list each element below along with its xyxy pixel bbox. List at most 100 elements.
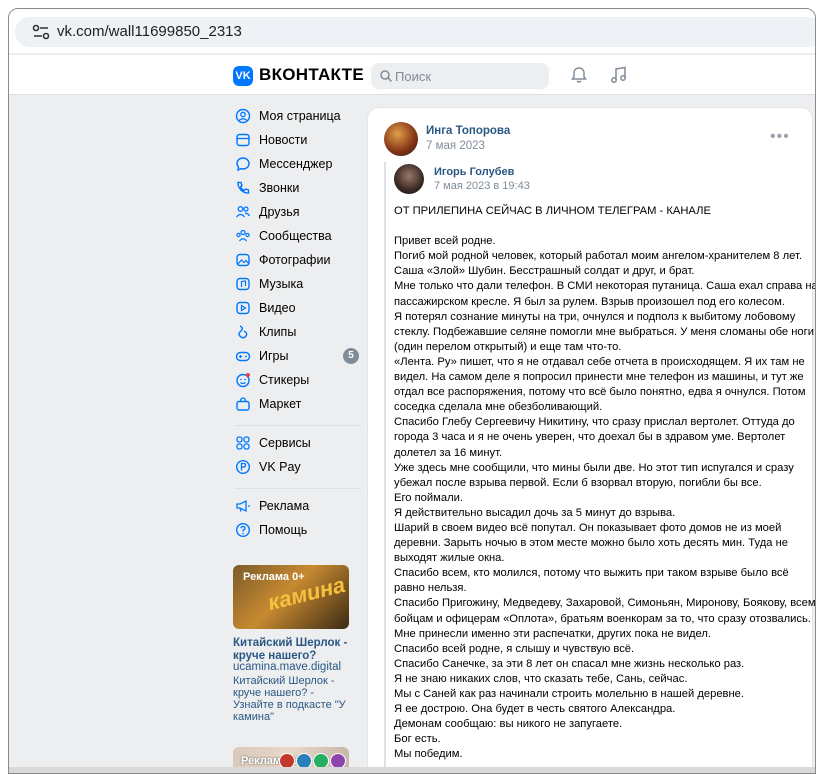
post-text-line: Погиб мой родной человек, который работа… [394,250,802,263]
sidebar-item-help[interactable]: Помощь [231,519,361,543]
sidebar-item-label: Маркет [259,397,302,411]
sidebar-item-news[interactable]: Новости [231,129,361,153]
sidebar-item-label: Новости [259,133,308,147]
sidebar-item-label: Видео [259,301,296,315]
sidebar-item-label: Клипы [259,325,297,339]
sidebar-item-label: Друзья [259,205,300,219]
post-text-line: Мне только что дали телефон. В СМИ некот… [394,280,816,293]
post-text-line: Бог есть. [394,733,441,746]
sidebar-item-services[interactable]: Сервисы [231,432,361,456]
vk-logo-icon[interactable]: VK [233,66,253,86]
sidebar-item-video[interactable]: Видео [231,297,361,321]
market-icon [236,397,250,411]
music-icon [236,277,250,291]
services-icon [236,436,250,450]
sidebar-item-games[interactable]: Игры 5 [231,345,361,369]
post-text-line: Спасибо Глебу Сергеевичу Никитину, что с… [394,416,795,429]
ad-banner-image[interactable]: Реклама 0+ камина [233,565,349,629]
sidebar-item-label: Моя страница [259,109,341,123]
post-text-line: деревни. Зарыть ночью в этом месте можно… [394,537,788,550]
ad-domain[interactable]: ucamina.mave.digital [233,661,341,673]
post-text-line: отдал все распоряжения, потому что всё б… [394,386,806,399]
repost-date[interactable]: 7 мая 2023 в 19:43 [434,180,530,192]
post-text-line: выходят жилые окна. [394,552,505,565]
ads-icon [236,499,250,513]
post-author[interactable]: Инга Топорова [426,125,510,137]
sidebar-item-vkpay[interactable]: VK Pay [231,456,361,480]
avatar[interactable] [394,164,424,194]
notifications-bell-icon[interactable] [569,65,589,85]
communities-icon [236,229,250,242]
ad-description[interactable]: Китайский Шерлок - круче нашего? - Узнай… [233,675,357,723]
sidebar-item-photos[interactable]: Фотографии [231,249,361,273]
search-placeholder: Поиск [395,69,432,84]
sidebar-item-ads[interactable]: Реклама [231,495,361,519]
sidebar-item-label: Игры [259,349,289,363]
wall-post: Инга Топорова 7 мая 2023 ••• Игорь Голуб… [367,107,816,773]
post-text-line: Мы с Саней как раз начинали строить моле… [394,688,744,700]
post-text-line: Мы победим. [394,748,463,761]
brand-name[interactable]: ВКОНТАКТЕ [259,65,364,85]
sidebar-item-market[interactable]: Маркет [231,393,361,417]
music-player-icon[interactable] [609,65,629,85]
sidebar-item-my-page[interactable]: Моя страница [231,105,361,129]
help-icon [235,522,251,538]
sidebar-item-label: Стикеры [259,373,310,387]
sidebar-item-label: Звонки [259,181,300,195]
avatar[interactable] [384,122,418,156]
sidebar-item-music[interactable]: Музыка [231,273,361,297]
post-text-line: Я ее дострою. Она будет в честь святого … [394,703,676,716]
sidebar-item-clips[interactable]: Клипы [231,321,361,345]
post-text-line: Привет всей родне. [394,235,496,248]
sidebar-item-label: Мессенджер [259,157,333,171]
post-text-line [394,219,798,234]
post-text-line: Спасибо Пригожину, Медведеву, Захаровой,… [394,597,816,610]
post-text-line: равно нельзя. [394,582,467,595]
browser-toolbar: vk.com/wall11699850_2313 [9,9,815,53]
news-icon [236,133,250,147]
sidebar-item-friends[interactable]: Друзья [231,201,361,225]
post-text-line: «Лента. Ру» пишет, что я не отдавал себе… [394,355,805,368]
vkpay-icon [235,459,251,475]
post-text-line: Спасибо всей родне, я слышу и чувствую в… [394,642,635,655]
sidebar-item-label: VK Pay [259,460,301,474]
post-date[interactable]: 7 мая 2023 [426,140,485,152]
repost-author[interactable]: Игорь Голубев [434,166,514,178]
post-text-line: Уже здесь мне сообщили, что мины были дв… [394,461,794,474]
site-settings-icon[interactable] [31,23,51,41]
vk-header: VK ВКОНТАКТЕ Поиск [9,55,815,95]
sidebar-divider [235,488,361,489]
sidebar-item-label: Реклама [259,499,310,513]
post-text-line: долетел за 16 минут. [394,446,503,459]
video-icon [236,301,250,315]
post-text-line: Я потерял сознание минуты на три, очнулс… [394,310,796,323]
games-icon [235,351,251,362]
phone-icon [237,181,250,194]
games-count-badge: 5 [343,348,359,364]
sidebar-item-communities[interactable]: Сообщества [231,225,361,249]
more-options-icon[interactable]: ••• [770,128,790,146]
post-text: ОТ ПРИЛЕПИНА СЕЙЧАС В ЛИЧНОМ ТЕЛЕГРАМ - … [394,204,816,762]
sidebar-item-label: Сервисы [259,436,311,450]
post-text-line: Спасибо всем, кто молился, потому что вы… [394,567,789,580]
photos-icon [236,253,250,267]
ad-title[interactable]: Китайский Шерлок - круче нашего? [233,637,353,663]
sidebar-item-calls[interactable]: Звонки [231,177,361,201]
address-bar[interactable]: vk.com/wall11699850_2313 [15,17,815,47]
post-text-line: Мне принесли именно эти распечатки, друг… [394,627,711,640]
sidebar-item-label: Музыка [259,277,304,291]
url-text[interactable]: vk.com/wall11699850_2313 [57,23,242,40]
search-input[interactable]: Поиск [371,63,549,89]
sidebar-item-stickers[interactable]: Стикеры [231,369,361,393]
post-text-line: Демонам сообщаю: вы никого не запугаете. [394,718,623,731]
post-text-line: Я действительно высадил дочь за 5 минут … [394,506,676,519]
sidebar-divider [235,425,361,426]
post-text-line: бойцам и офицерам «Оплота», братьям воен… [394,612,811,625]
post-text-line: соседка сделала мне обезболивающий. [394,401,603,414]
post-text-line: Саша «Злой» Шубин. Бесстрашный солдат и … [394,265,695,278]
sidebar-item-label: Помощь [259,523,308,537]
sidebar-item-messenger[interactable]: Мессенджер [231,153,361,177]
horizontal-scrollbar[interactable] [9,767,815,773]
browser-window: vk.com/wall11699850_2313 VK ВКОНТАКТЕ По… [8,8,816,774]
post-text-line: (один перелом открытый) и еще там что-то… [394,340,622,353]
